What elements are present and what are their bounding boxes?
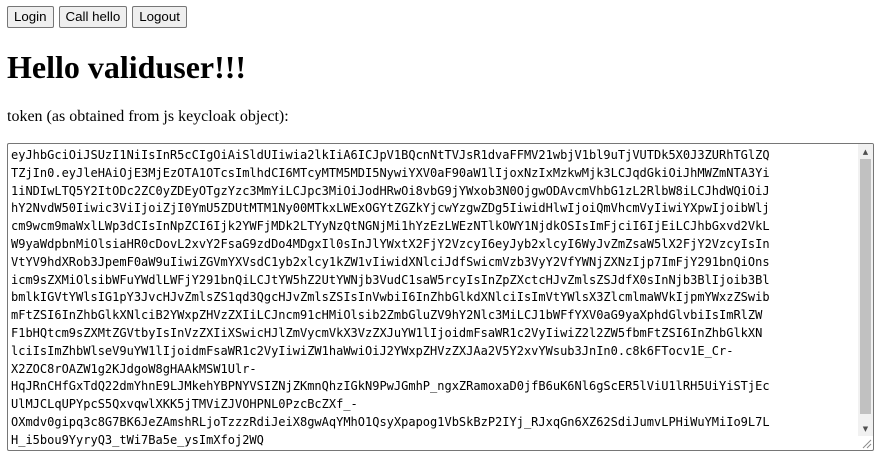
toolbar: Login Call hello Logout bbox=[7, 6, 187, 28]
call-hello-button[interactable]: Call hello bbox=[58, 6, 128, 28]
token-label: token (as obtained from js keycloak obje… bbox=[7, 108, 289, 125]
token-line: H_i5bou9YyryQ3_tWi7Ba5e_ysImXfoj2WQ bbox=[11, 432, 264, 447]
token-line: HqJRnCHfGxTdQ22dmYhnE9LJMkehYBPNYVSIZNjZ… bbox=[11, 379, 770, 394]
token-line: bmlkIGVtYWlsIG1pY3JvcHJvZmlsZS1qd3QgcHJv… bbox=[11, 290, 770, 305]
token-line: W9yaWdpbnMiOlsiaHR0cDovL2xvY2FsaG9zdDo4M… bbox=[11, 236, 770, 251]
token-line: OXmdv0gipq3c8G7BK6JeZAmshRLjoTzzzRdiJeiX… bbox=[11, 414, 770, 429]
resize-grip-icon[interactable] bbox=[860, 437, 872, 449]
token-line: mFtZSI6InZhbGlkXNlciB2YWxpZHVzZXIiLCJncm… bbox=[11, 308, 763, 323]
vertical-scrollbar[interactable]: ▲ ▼ bbox=[858, 144, 873, 436]
token-line: icm9sZXMiOlsibWFuYWdlLWFjY291bnQiLCJtYW5… bbox=[11, 272, 770, 287]
token-line: hY2NvdW50Iiwic3ViIjoiZjI0YmU5ZDUtMTM1Ny0… bbox=[11, 201, 770, 216]
token-line: TZjIn0.eyJleHAiOjE3MjEzOTA1OTcsImlhdCI6M… bbox=[11, 165, 770, 180]
token-line: VtYV9hdXRob3JpemF0aW9uIiwiZGVmYXVsdC1yb2… bbox=[11, 254, 770, 269]
token-line: UlMJCLqUPYpcS5QxvqwlXKK5jTMViZJVOHPNL0Pz… bbox=[11, 397, 358, 412]
login-button[interactable]: Login bbox=[7, 6, 54, 28]
token-line: lciIsImZhbWlseV9uYW1lIjoidmFsaWR1c2VyIiw… bbox=[11, 343, 734, 358]
token-line: F1bHQtcm9sZXMtZGVtbyIsInVzZXIiXSwicHJlZm… bbox=[11, 325, 763, 340]
page-title: Hello validuser!!! bbox=[7, 49, 247, 85]
token-line: eyJhbGciOiJSUzI1NiIsInR5cCIgOiAiSldUIiwi… bbox=[11, 148, 770, 162]
token-text[interactable]: eyJhbGciOiJSUzI1NiIsInR5cCIgOiAiSldUIiwi… bbox=[10, 146, 855, 450]
logout-button[interactable]: Logout bbox=[132, 6, 187, 28]
token-line: 1iNDIwLTQ5Y2ItODc2ZC0yZDEyOTgzYzc3MmYiLC… bbox=[11, 183, 770, 198]
token-textarea[interactable]: eyJhbGciOiJSUzI1NiIsInR5cCIgOiAiSldUIiwi… bbox=[7, 143, 874, 451]
scroll-down-arrow-icon[interactable]: ▼ bbox=[858, 421, 873, 436]
token-line: X2ZOC8rOAZW1g2KJdgoW8gHAAkMSW1Ulr- bbox=[11, 361, 257, 376]
token-line: cm9wcm9maWxlLWp3dCIsInNpZCI6Ijk2YWFjMDk2… bbox=[11, 219, 770, 234]
scroll-thumb[interactable] bbox=[860, 159, 871, 414]
scroll-up-arrow-icon[interactable]: ▲ bbox=[858, 144, 873, 159]
